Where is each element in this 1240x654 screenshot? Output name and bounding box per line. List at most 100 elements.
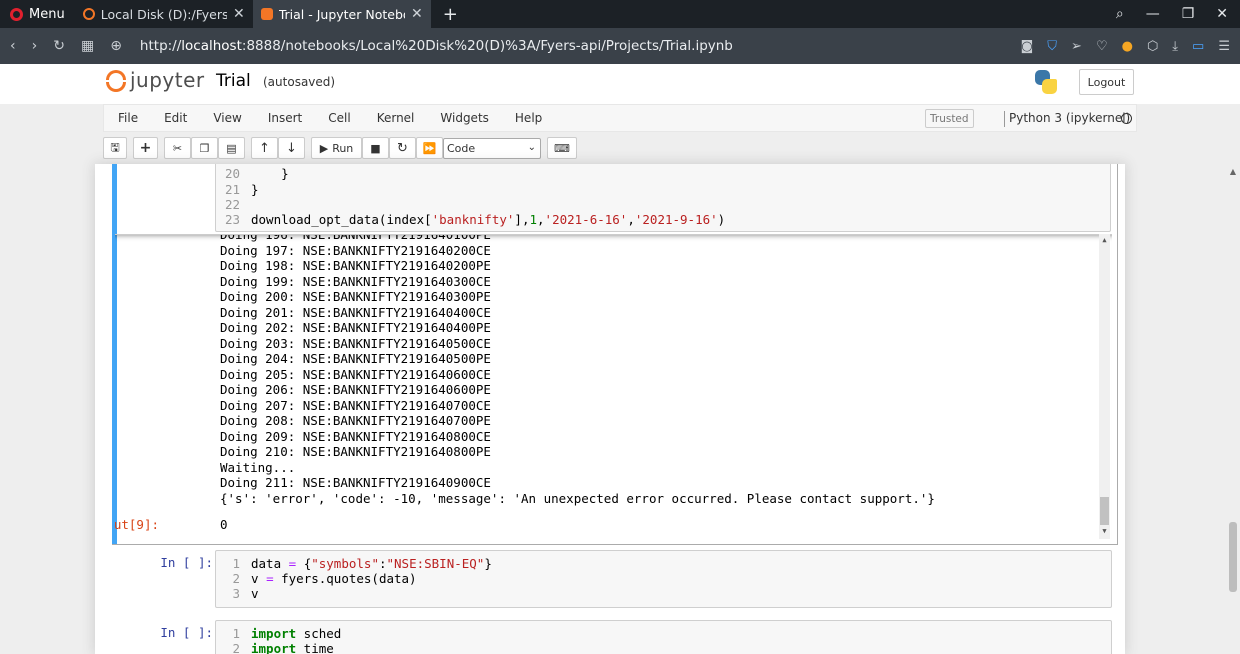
jupyter-favicon-icon	[82, 8, 95, 20]
cut-button[interactable]: ✂	[164, 137, 191, 159]
output-line: Waiting...	[220, 459, 296, 475]
save-button[interactable]: 🖫	[103, 137, 127, 159]
close-icon[interactable]: ✕	[233, 6, 245, 22]
battery-icon[interactable]: ▭	[1192, 39, 1204, 54]
restart-icon: ↻	[397, 140, 408, 156]
command-palette-button[interactable]: ⌨	[547, 137, 577, 159]
cell-type-value: Code	[447, 142, 476, 155]
line-number: 1	[232, 556, 240, 571]
browser-menu-button[interactable]: Menu	[0, 0, 75, 28]
output-line: Doing 209: NSE:BANKNIFTY2191640800CE	[220, 428, 491, 444]
back-icon[interactable]: ‹	[10, 38, 16, 54]
close-icon[interactable]: ✕	[411, 6, 423, 22]
menu-help[interactable]: Help	[502, 111, 555, 125]
heart-icon[interactable]: ♡	[1096, 39, 1108, 54]
page-scrollbar-thumb[interactable]	[1229, 522, 1237, 592]
browser-tab-local-disk[interactable]: Local Disk (D):/Fyers-a ✕	[75, 0, 253, 28]
in-prompt: In [ ]:	[160, 555, 213, 570]
logout-button[interactable]: Logout	[1079, 69, 1134, 95]
scroll-down-icon[interactable]: ▼	[1099, 527, 1110, 535]
scrollbar-thumb[interactable]	[1100, 497, 1109, 525]
opera-logo-icon	[10, 7, 23, 21]
bulb-icon[interactable]: ●	[1122, 39, 1133, 54]
jupyter-logo-icon	[106, 68, 126, 92]
output-line: Doing 200: NSE:BANKNIFTY2191640300PE	[220, 289, 491, 304]
tab-grid-icon[interactable]: ▦	[81, 38, 94, 54]
insert-cell-button[interactable]: +	[133, 137, 158, 159]
line-number: 2	[232, 571, 240, 586]
maximize-icon[interactable]: ❐	[1182, 6, 1195, 22]
search-icon[interactable]: ⌕	[1116, 6, 1124, 22]
output-line: Doing 206: NSE:BANKNIFTY2191640600PE	[220, 382, 491, 397]
menu-insert[interactable]: Insert	[255, 111, 315, 125]
code-line: data = {"symbols":"NSE:SBIN-EQ"}	[251, 556, 492, 571]
run-button[interactable]: ▶ Run	[311, 137, 362, 159]
output-scrollbar[interactable]: ▲ ▼	[1099, 234, 1110, 539]
minimize-icon[interactable]: —	[1146, 6, 1160, 22]
url-path: :8888/notebooks/Local%20Disk%20(D)%3A/Fy…	[241, 38, 733, 54]
notebook-container: 20 } 21 } 22 23 download_opt_data(index[…	[95, 164, 1125, 654]
easy-setup-icon[interactable]: ☰	[1218, 39, 1230, 54]
move-up-button[interactable]: ↑	[251, 137, 278, 159]
tab-title: Local Disk (D):/Fyers-a	[100, 6, 227, 22]
kernel-idle-icon	[1121, 113, 1132, 124]
reload-icon[interactable]: ↻	[53, 38, 65, 54]
arrow-down-icon: ↓	[286, 140, 297, 156]
cell-type-select[interactable]: Code ⌄	[443, 138, 541, 159]
page-scrollbar[interactable]: ▲	[1226, 164, 1240, 654]
cube-icon[interactable]: ⬡	[1147, 39, 1158, 54]
restart-button[interactable]: ↻	[389, 137, 416, 159]
code-input-area[interactable]: 1 data = {"symbols":"NSE:SBIN-EQ"} 2 v =…	[215, 550, 1112, 608]
scroll-up-icon[interactable]: ▲	[1099, 236, 1110, 244]
output-line: Doing 199: NSE:BANKNIFTY2191640300CE	[220, 273, 491, 289]
new-tab-button[interactable]: +	[431, 4, 470, 25]
move-down-button[interactable]: ↓	[278, 137, 305, 159]
output-scroll-area[interactable]: Doing 196: NSE:BANKNIFTY2191640100PE Doi…	[115, 234, 1112, 539]
output-line: Doing 202: NSE:BANKNIFTY2191640400PE	[220, 320, 491, 335]
paste-button[interactable]: ▤	[218, 137, 245, 159]
line-number: 21	[224, 182, 240, 197]
output-line: Doing 204: NSE:BANKNIFTY2191640500PE	[220, 351, 491, 366]
scroll-up-icon[interactable]: ▲	[1226, 167, 1240, 176]
code-line: v	[251, 586, 259, 601]
trusted-indicator[interactable]: Trusted	[925, 109, 974, 128]
menu-edit[interactable]: Edit	[151, 111, 200, 125]
interrupt-button[interactable]: ■	[362, 137, 389, 159]
output-line: {'s': 'error', 'code': -10, 'message': '…	[220, 490, 935, 506]
shield-icon[interactable]: ⛉	[1047, 39, 1057, 54]
menu-kernel[interactable]: Kernel	[364, 111, 428, 125]
copy-button[interactable]: ❐	[191, 137, 218, 159]
restart-run-all-button[interactable]: ⏩	[416, 137, 443, 159]
menu-view[interactable]: View	[200, 111, 254, 125]
code-input-area[interactable]: 20 } 21 } 22 23 download_opt_data(index[…	[215, 164, 1111, 232]
stop-icon: ■	[370, 141, 381, 155]
jupyter-logo[interactable]: jupyter	[106, 68, 205, 92]
output-line: Doing 205: NSE:BANKNIFTY2191640600CE	[220, 366, 491, 382]
code-line: import sched	[251, 626, 342, 641]
kernel-name[interactable]: Python 3 (ipykernel)	[1009, 111, 1130, 125]
code-line: }	[251, 182, 259, 197]
url-host: localhost	[181, 38, 242, 54]
output-line: Doing 197: NSE:BANKNIFTY2191640200CE	[220, 242, 491, 258]
output-line: Doing 198: NSE:BANKNIFTY2191640200PE	[220, 258, 491, 273]
paste-icon: ▤	[226, 141, 237, 155]
browser-tab-trial[interactable]: Trial - Jupyter Notebo ✕	[252, 0, 431, 28]
menu-cell[interactable]: Cell	[315, 111, 363, 125]
browser-address-bar: ‹ › ↻ ▦ ⊕ http://localhost:8888/notebook…	[0, 28, 1240, 64]
download-icon[interactable]: ⤓	[1172, 39, 1178, 54]
send-icon[interactable]: ➢	[1071, 39, 1082, 54]
url-field[interactable]: http://localhost:8888/notebooks/Local%20…	[140, 38, 733, 54]
close-window-icon[interactable]: ✕	[1216, 6, 1228, 22]
camera-icon[interactable]: ◙	[1021, 39, 1034, 54]
menu-file[interactable]: File	[104, 111, 151, 125]
url-prefix: http://	[139, 38, 182, 54]
forward-icon[interactable]: ›	[32, 38, 38, 54]
code-line: import time	[251, 641, 334, 654]
browser-menu-label: Menu	[29, 6, 65, 22]
arrow-up-icon: ↑	[259, 140, 270, 156]
line-number: 3	[232, 586, 240, 601]
menu-widgets[interactable]: Widgets	[427, 111, 502, 125]
notebook-name[interactable]: Trial	[216, 71, 251, 91]
line-number: 23	[224, 212, 240, 227]
code-input-area[interactable]: 1 import sched 2 import time	[215, 620, 1112, 654]
